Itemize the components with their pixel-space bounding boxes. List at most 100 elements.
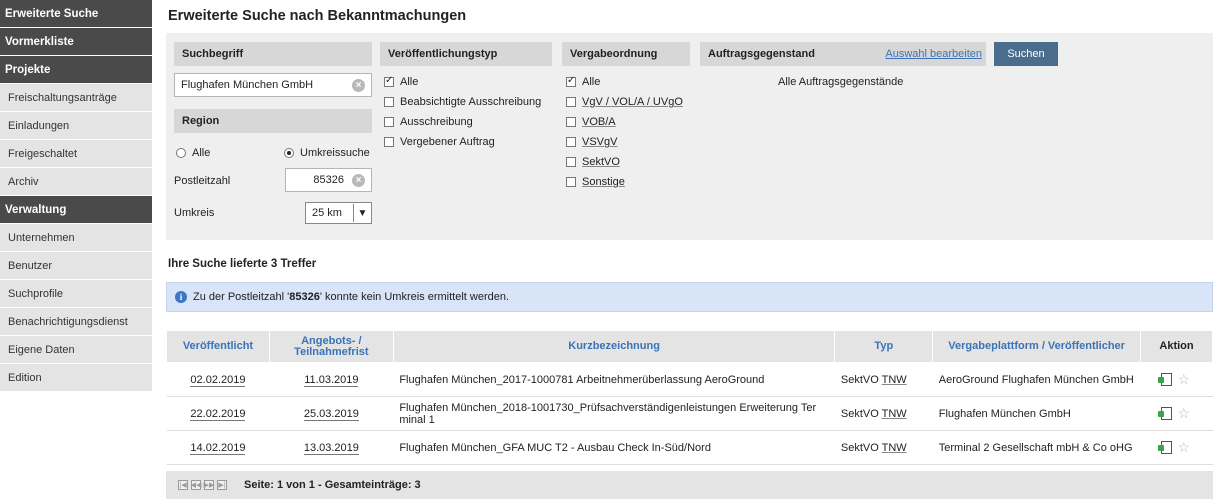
sidebar-item-benachrichtigungsdienst[interactable]: Benachrichtigungsdienst bbox=[0, 308, 152, 336]
umkreis-value: 25 km bbox=[312, 207, 342, 219]
checkbox-veroeff-alle[interactable]: Alle bbox=[384, 73, 418, 91]
checkbox-label: VSVgV bbox=[582, 136, 618, 148]
page-title: Erweiterte Suche nach Bekanntmachungen bbox=[168, 8, 467, 24]
typ-value: SektVO bbox=[840, 407, 879, 420]
umkreis-select[interactable]: 25 km ▼ bbox=[305, 202, 372, 224]
checkbox-vsvgv[interactable]: VSVgV bbox=[566, 133, 617, 151]
checkbox-vergabe-alle[interactable]: Alle bbox=[566, 73, 600, 91]
sidebar-item-edition[interactable]: Edition bbox=[0, 364, 152, 392]
date-link[interactable]: 22.02.2019 bbox=[190, 407, 246, 421]
date-link[interactable]: 25.03.2019 bbox=[303, 407, 359, 421]
first-page-icon[interactable]: |◀ bbox=[178, 480, 188, 490]
auftragsgegenstand-label: Auftragsgegenstand bbox=[708, 48, 815, 60]
cell-veroeffentlicht[interactable]: 22.02.2019 bbox=[166, 396, 270, 431]
col-header-frist[interactable]: Angebots- / Teilnahmefrist bbox=[268, 330, 394, 363]
checkbox-vergebener-auftrag[interactable]: Vergebener Auftrag bbox=[384, 133, 495, 151]
cell-aktion: ☆ bbox=[1140, 430, 1213, 465]
clear-icon[interactable]: × bbox=[352, 78, 365, 92]
document-icon[interactable] bbox=[1157, 407, 1172, 420]
prev-page-icon[interactable]: ◀◀ bbox=[191, 480, 201, 490]
radio-umkreissuche[interactable]: Umkreissuche bbox=[284, 147, 370, 159]
info-box: i Zu der Postleitzahl ' 85326 ' konnte k… bbox=[166, 282, 1213, 312]
checkbox-checked-icon bbox=[384, 75, 394, 87]
auswahl-bearbeiten-link[interactable]: Auswahl bearbeiten bbox=[885, 48, 982, 60]
radio-alle[interactable]: Alle bbox=[176, 147, 210, 159]
col-header-vergabeplattform[interactable]: Vergabeplattform / Veröffentlicher bbox=[932, 330, 1142, 363]
cell-typ: SektVO TNW bbox=[834, 362, 933, 397]
checkbox-vgv[interactable]: VgV / VOL/A / UVgO bbox=[566, 93, 683, 111]
checkbox-vob[interactable]: VOB/A bbox=[566, 113, 616, 131]
next-page-icon[interactable]: ▶▶ bbox=[204, 480, 214, 490]
star-icon[interactable]: ☆ bbox=[1178, 439, 1191, 455]
typ-tnw[interactable]: TNW bbox=[882, 408, 907, 420]
chevron-down-icon: ▼ bbox=[353, 204, 371, 222]
pager: |◀ ◀◀ ▶▶ ▶| Seite: 1 von 1 - Gesamteintr… bbox=[166, 471, 1213, 499]
sidebar-item-suchprofile[interactable]: Suchprofile bbox=[0, 280, 152, 308]
checkbox-sonstige[interactable]: Sonstige bbox=[566, 173, 625, 191]
table-row[interactable]: 14.02.2019 13.03.2019 Flughafen München_… bbox=[166, 430, 1213, 465]
cell-kurzbezeichnung[interactable]: Flughafen München_2017-1000781 Arbeitneh… bbox=[393, 362, 835, 397]
checkbox-beabsichtigte-ausschreibung[interactable]: Beabsichtigte Ausschreibung bbox=[384, 93, 541, 111]
col-header-typ[interactable]: Typ bbox=[834, 330, 934, 363]
cell-aktion: ☆ bbox=[1140, 362, 1213, 397]
cell-typ: SektVO TNW bbox=[834, 430, 933, 465]
date-link[interactable]: 11.03.2019 bbox=[304, 373, 359, 387]
sidebar-item-freischaltungsantraege[interactable]: Freischaltungsanträge bbox=[0, 84, 152, 112]
checkbox-label: Sonstige bbox=[582, 176, 625, 188]
cell-kurzbezeichnung[interactable]: Flughafen München_GFA MUC T2 - Ausbau Ch… bbox=[393, 430, 835, 465]
suchbegriff-heading: Suchbegriff bbox=[174, 42, 372, 66]
cell-frist[interactable]: 25.03.2019 bbox=[269, 396, 394, 431]
suchbegriff-value: Flughafen München GmbH bbox=[181, 79, 314, 91]
sidebar: Erweiterte Suche Vormerkliste Projekte F… bbox=[0, 0, 152, 499]
cell-vergabeplattform: AeroGround Flughafen München GmbH bbox=[932, 362, 1141, 397]
checkbox-ausschreibung[interactable]: Ausschreibung bbox=[384, 113, 473, 131]
date-link[interactable]: 13.03.2019 bbox=[303, 441, 359, 455]
typ-tnw[interactable]: TNW bbox=[882, 374, 907, 386]
star-icon[interactable]: ☆ bbox=[1178, 371, 1191, 387]
radio-selected-icon bbox=[284, 148, 294, 158]
results-title: Ihre Suche lieferte 3 Treffer bbox=[168, 258, 317, 270]
sidebar-item-unternehmen[interactable]: Unternehmen bbox=[0, 224, 152, 252]
clear-icon[interactable]: × bbox=[352, 173, 365, 187]
star-icon[interactable]: ☆ bbox=[1178, 405, 1191, 421]
col-header-aktion: Aktion bbox=[1140, 330, 1213, 363]
vergabeordnung-heading: Vergabeordnung bbox=[562, 42, 690, 66]
sidebar-item-projekte[interactable]: Projekte bbox=[0, 56, 152, 84]
suchen-button[interactable]: Suchen bbox=[994, 42, 1058, 66]
cell-frist[interactable]: 13.03.2019 bbox=[269, 430, 394, 465]
sidebar-item-verwaltung[interactable]: Verwaltung bbox=[0, 196, 152, 224]
cell-frist[interactable]: 11.03.2019 bbox=[269, 362, 394, 397]
checkbox-icon bbox=[566, 117, 576, 127]
cell-veroeffentlicht[interactable]: 14.02.2019 bbox=[166, 430, 270, 465]
sidebar-item-eigene-daten[interactable]: Eigene Daten bbox=[0, 336, 152, 364]
region-heading: Region bbox=[174, 109, 372, 133]
typ-tnw[interactable]: TNW bbox=[882, 442, 907, 454]
sidebar-item-benutzer[interactable]: Benutzer bbox=[0, 252, 152, 280]
document-icon[interactable] bbox=[1157, 441, 1172, 454]
cell-kurzbezeichnung[interactable]: Flughafen München_2018-1001730_Prüfsachv… bbox=[393, 396, 835, 431]
checkbox-sektvo[interactable]: SektVO bbox=[566, 153, 620, 171]
last-page-icon[interactable]: ▶| bbox=[217, 480, 227, 490]
col-header-kurzbezeichnung[interactable]: Kurzbezeichnung bbox=[392, 330, 836, 363]
date-link[interactable]: 02.02.2019 bbox=[190, 373, 246, 387]
auftragsgegenstand-value: Alle Auftragsgegenstände bbox=[778, 76, 904, 88]
checkbox-checked-icon bbox=[566, 75, 576, 87]
sidebar-item-einladungen[interactable]: Einladungen bbox=[0, 112, 152, 140]
sidebar-item-archiv[interactable]: Archiv bbox=[0, 168, 152, 196]
sidebar-item-freigeschaltet[interactable]: Freigeschaltet bbox=[0, 140, 152, 168]
cell-veroeffentlicht[interactable]: 02.02.2019 bbox=[166, 362, 270, 397]
table-row[interactable]: 02.02.2019 11.03.2019 Flughafen München_… bbox=[166, 362, 1213, 397]
info-text-suffix: ' konnte kein Umkreis ermittelt werden. bbox=[319, 291, 510, 303]
plz-input[interactable]: 85326 × bbox=[285, 168, 372, 192]
sidebar-item-vormerkliste[interactable]: Vormerkliste bbox=[0, 28, 152, 56]
document-icon[interactable] bbox=[1157, 373, 1172, 386]
info-text-prefix: Zu der Postleitzahl ' bbox=[193, 291, 290, 303]
typ-value: SektVO bbox=[840, 441, 879, 454]
sidebar-item-erweiterte-suche[interactable]: Erweiterte Suche bbox=[0, 0, 152, 28]
table-row[interactable]: 22.02.2019 25.03.2019 Flughafen München_… bbox=[166, 396, 1213, 431]
col-header-veroeffentlicht[interactable]: Veröffentlicht bbox=[166, 330, 270, 363]
date-link[interactable]: 14.02.2019 bbox=[190, 441, 246, 455]
results-table: Veröffentlicht Angebots- / Teilnahmefris… bbox=[166, 330, 1213, 465]
suchbegriff-input[interactable]: Flughafen München GmbH × bbox=[174, 73, 372, 97]
plz-label: Postleitzahl bbox=[174, 175, 231, 187]
